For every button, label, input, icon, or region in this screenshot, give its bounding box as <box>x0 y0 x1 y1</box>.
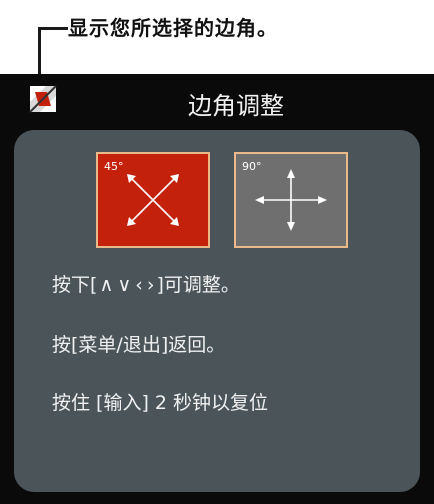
corner-45-tile[interactable]: 45° <box>96 152 210 248</box>
menu-title: 边角调整 <box>188 92 284 120</box>
adjust-prefix: 按下 <box>52 274 91 296</box>
adjust-instruction: 按下[∧ ∨ ‹ ›]可调整。 <box>52 270 240 297</box>
reset-instruction: 按住 [输入] 2 秒钟以复位 <box>52 392 269 414</box>
up-key-icon: ∧ <box>99 274 114 296</box>
bracket-open: [ <box>90 274 98 296</box>
left-key-icon: ‹ <box>135 274 143 296</box>
diagonal-arrows-icon <box>127 174 179 226</box>
callout-text: 显示您所选择的边角。 <box>68 16 278 40</box>
osd-menu: 边角调整 45° 90° 按下[∧ ∨ ‹ ›]可调整。 按[菜单/退出]返… <box>0 74 434 504</box>
back-instruction: 按[菜单/退出]返回。 <box>52 334 226 356</box>
cross-arrows-icon <box>255 169 327 231</box>
right-key-icon: › <box>146 274 155 296</box>
bracket-close: ] <box>156 274 164 296</box>
callout-leader-horizontal <box>38 27 68 30</box>
corner-90-tile[interactable]: 90° <box>234 152 348 248</box>
adjust-suffix: 可调整。 <box>163 274 240 296</box>
adjust-panel: 45° 90° 按下[∧ ∨ ‹ ›]可调整。 按[菜单/退出]返回。 按住… <box>14 130 420 492</box>
down-key-icon: ∨ <box>117 274 132 296</box>
